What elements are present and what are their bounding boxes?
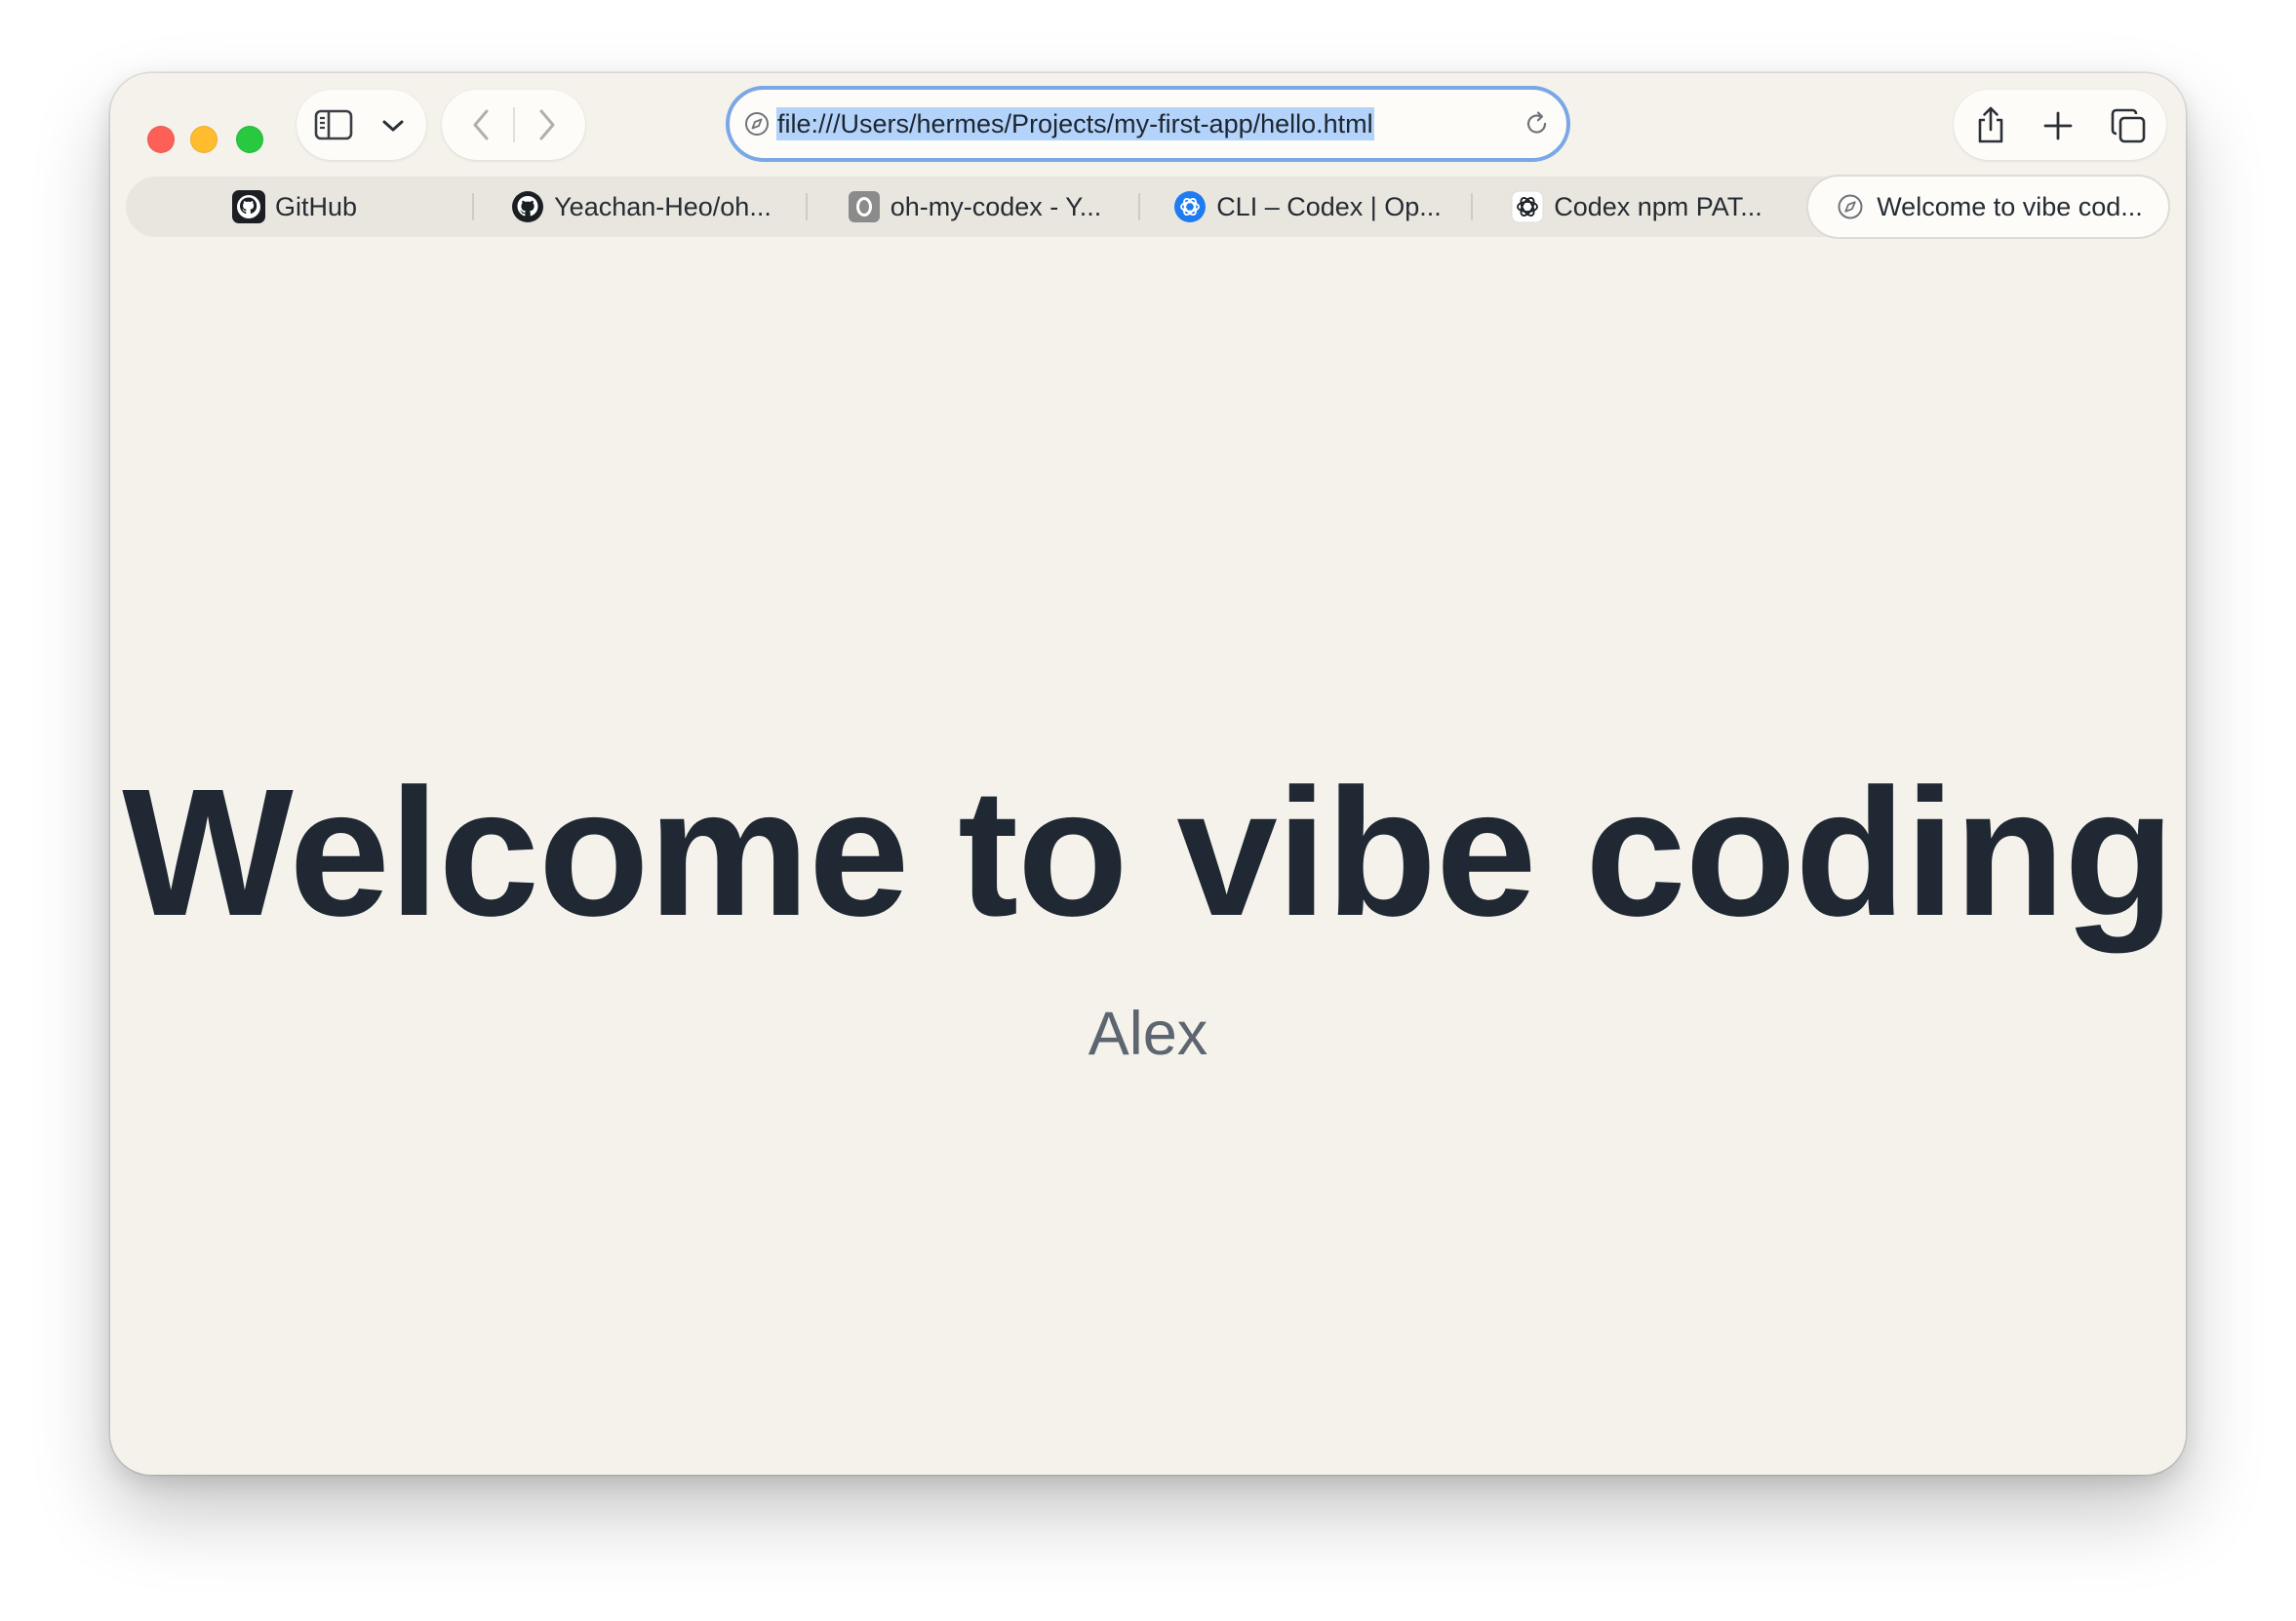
site-info-button[interactable] (742, 108, 772, 139)
github-icon (511, 190, 544, 223)
sidebar-icon (314, 109, 353, 140)
compass-icon (1834, 190, 1867, 223)
sidebar-toggle-button[interactable] (314, 106, 353, 143)
page-content: Welcome to vibe coding Alex (110, 244, 2186, 1475)
minimize-window-button[interactable] (190, 126, 218, 153)
tab-codex-npm[interactable]: Codex npm PAT... (1480, 177, 1794, 237)
tab-github[interactable]: GitHub (126, 177, 463, 237)
share-button[interactable] (1971, 103, 2010, 146)
back-icon (473, 109, 489, 140)
zoom-window-button[interactable] (236, 126, 263, 153)
reload-icon (1526, 111, 1547, 134)
tab-label: oh-my-codex - Y... (890, 191, 1102, 221)
tab-separator (1471, 193, 1473, 220)
new-tab-button[interactable] (2039, 107, 2077, 144)
openai-icon (1511, 190, 1544, 223)
tab-overview-button[interactable] (2108, 105, 2149, 146)
sidebar-toggle-group (297, 90, 426, 160)
chevron-down-icon (382, 120, 404, 132)
compass-icon (745, 112, 769, 136)
tab-separator (806, 193, 808, 220)
tab-yeachan-heo[interactable]: Yeachan-Heo/oh... (481, 177, 802, 237)
tab-label: CLI – Codex | Op... (1216, 191, 1442, 221)
browser-window: file:///Users/hermes/Projects/my-first-a… (110, 73, 2186, 1475)
url-text[interactable]: file:///Users/hermes/Projects/my-first-a… (776, 107, 1374, 140)
tab-label: Welcome to vibe cod... (1877, 191, 2143, 221)
tab-separator (472, 193, 474, 220)
reload-button[interactable] (1522, 108, 1553, 139)
tab-bar: GitHub Yeachan-Heo/oh... oh-my-codex - Y… (126, 177, 2170, 237)
letter-o-icon (848, 190, 881, 223)
page-headline: Welcome to vibe coding (122, 752, 2175, 954)
tab-welcome-active[interactable]: Welcome to vibe cod... (1808, 177, 2168, 237)
navigation-group (442, 90, 585, 160)
back-button[interactable] (463, 107, 498, 142)
tab-label: Codex npm PAT... (1554, 191, 1762, 221)
sidebar-menu-button[interactable] (378, 111, 408, 140)
close-window-button[interactable] (147, 126, 175, 153)
page-subtitle: Alex (1088, 1000, 1208, 1068)
github-icon (231, 190, 265, 223)
tab-cli-codex[interactable]: CLI – Codex | Op... (1147, 177, 1468, 237)
plus-icon (2043, 111, 2073, 140)
forward-button[interactable] (530, 107, 565, 142)
toolbar: file:///Users/hermes/Projects/my-first-a… (110, 73, 2186, 244)
openai-blue-icon (1173, 190, 1207, 223)
tab-label: GitHub (274, 191, 358, 221)
tab-overview-icon (2111, 108, 2146, 143)
tab-separator (1138, 193, 1140, 220)
tab-oh-my-codex[interactable]: oh-my-codex - Y... (814, 177, 1134, 237)
tab-label: Yeachan-Heo/oh... (554, 191, 772, 221)
nav-divider (513, 107, 515, 142)
actions-group (1954, 90, 2166, 160)
forward-icon (539, 109, 555, 140)
address-bar[interactable]: file:///Users/hermes/Projects/my-first-a… (726, 86, 1570, 162)
share-icon (1978, 106, 2003, 143)
